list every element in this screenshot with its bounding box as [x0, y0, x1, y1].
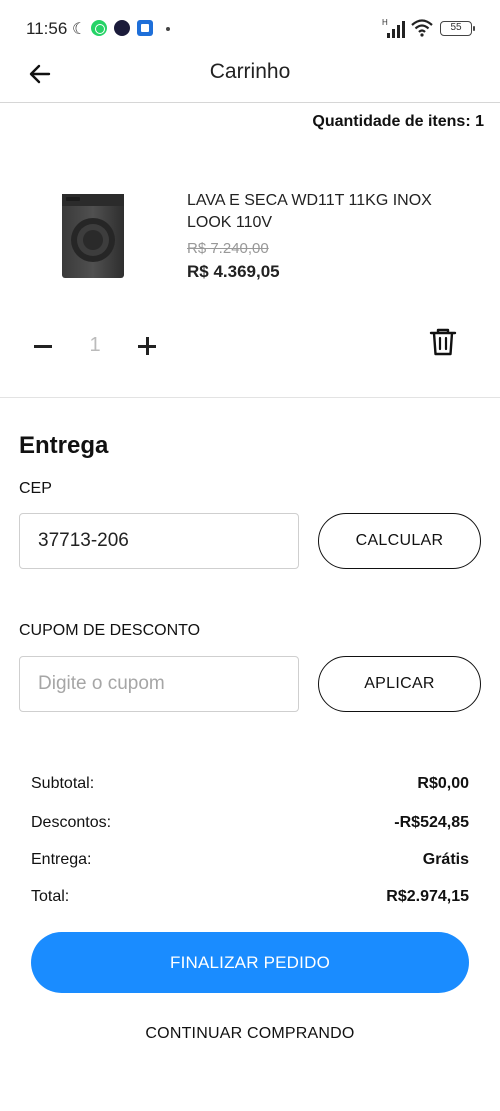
product-old-price: R$ 7.240,00	[187, 240, 269, 257]
product-price: R$ 4.369,05	[187, 262, 280, 281]
moon-icon: ☾	[72, 21, 87, 38]
coupon-input[interactable]	[19, 656, 299, 712]
wifi-icon	[411, 19, 433, 37]
trash-icon[interactable]	[428, 326, 458, 358]
cep-input[interactable]	[19, 513, 299, 569]
discount-row: Descontos: -R$524,85	[31, 814, 469, 836]
total-label: Total:	[31, 888, 70, 905]
more-dot-icon	[166, 27, 170, 31]
signal-icon: H	[382, 18, 406, 38]
product-name: LAVA E SECA WD11T 11KG INOX LOOK 110V	[187, 192, 432, 231]
subtotal-row: Subtotal: R$0,00	[31, 775, 469, 797]
delivery-label: Entrega:	[31, 851, 92, 868]
delivery-value: Grátis	[422, 851, 469, 868]
finalize-order-button[interactable]: FINALIZAR PEDIDO	[31, 932, 469, 993]
total-row: Total: R$2.974,15	[31, 888, 469, 910]
status-bar: 11:56 ☾ H 55	[0, 0, 500, 56]
outlook-icon	[137, 20, 153, 36]
washer-dryer-image	[62, 194, 124, 278]
cart-quantity-summary: Quantidade de itens: 1	[312, 113, 484, 130]
cep-label: CEP	[19, 480, 52, 497]
status-time: 11:56	[26, 19, 68, 38]
whatsapp-icon	[91, 20, 107, 36]
app-icon	[114, 20, 130, 36]
subtotal-value: R$0,00	[417, 775, 469, 792]
section-divider	[0, 397, 500, 398]
network-type: H	[382, 18, 388, 27]
discount-value: -R$524,85	[394, 814, 469, 831]
delivery-title: Entrega	[19, 432, 109, 459]
app-header: Carrinho	[0, 56, 500, 103]
total-value: R$2.974,15	[386, 888, 469, 905]
delivery-row: Entrega: Grátis	[31, 851, 469, 873]
quantity-decrease-button[interactable]	[30, 330, 58, 362]
page-title: Carrinho	[209, 60, 291, 83]
coupon-label: CUPOM DE DESCONTO	[19, 622, 201, 639]
continue-shopping-link[interactable]: CONTINUAR COMPRANDO	[0, 1025, 500, 1043]
quantity-value: 1	[89, 334, 101, 356]
subtotal-label: Subtotal:	[31, 775, 95, 792]
apply-coupon-button[interactable]: APLICAR	[318, 656, 481, 712]
discount-label: Descontos:	[31, 814, 112, 831]
quantity-increase-button[interactable]	[134, 330, 162, 362]
battery-icon: 55	[440, 21, 475, 36]
calculate-button[interactable]: CALCULAR	[318, 513, 481, 569]
